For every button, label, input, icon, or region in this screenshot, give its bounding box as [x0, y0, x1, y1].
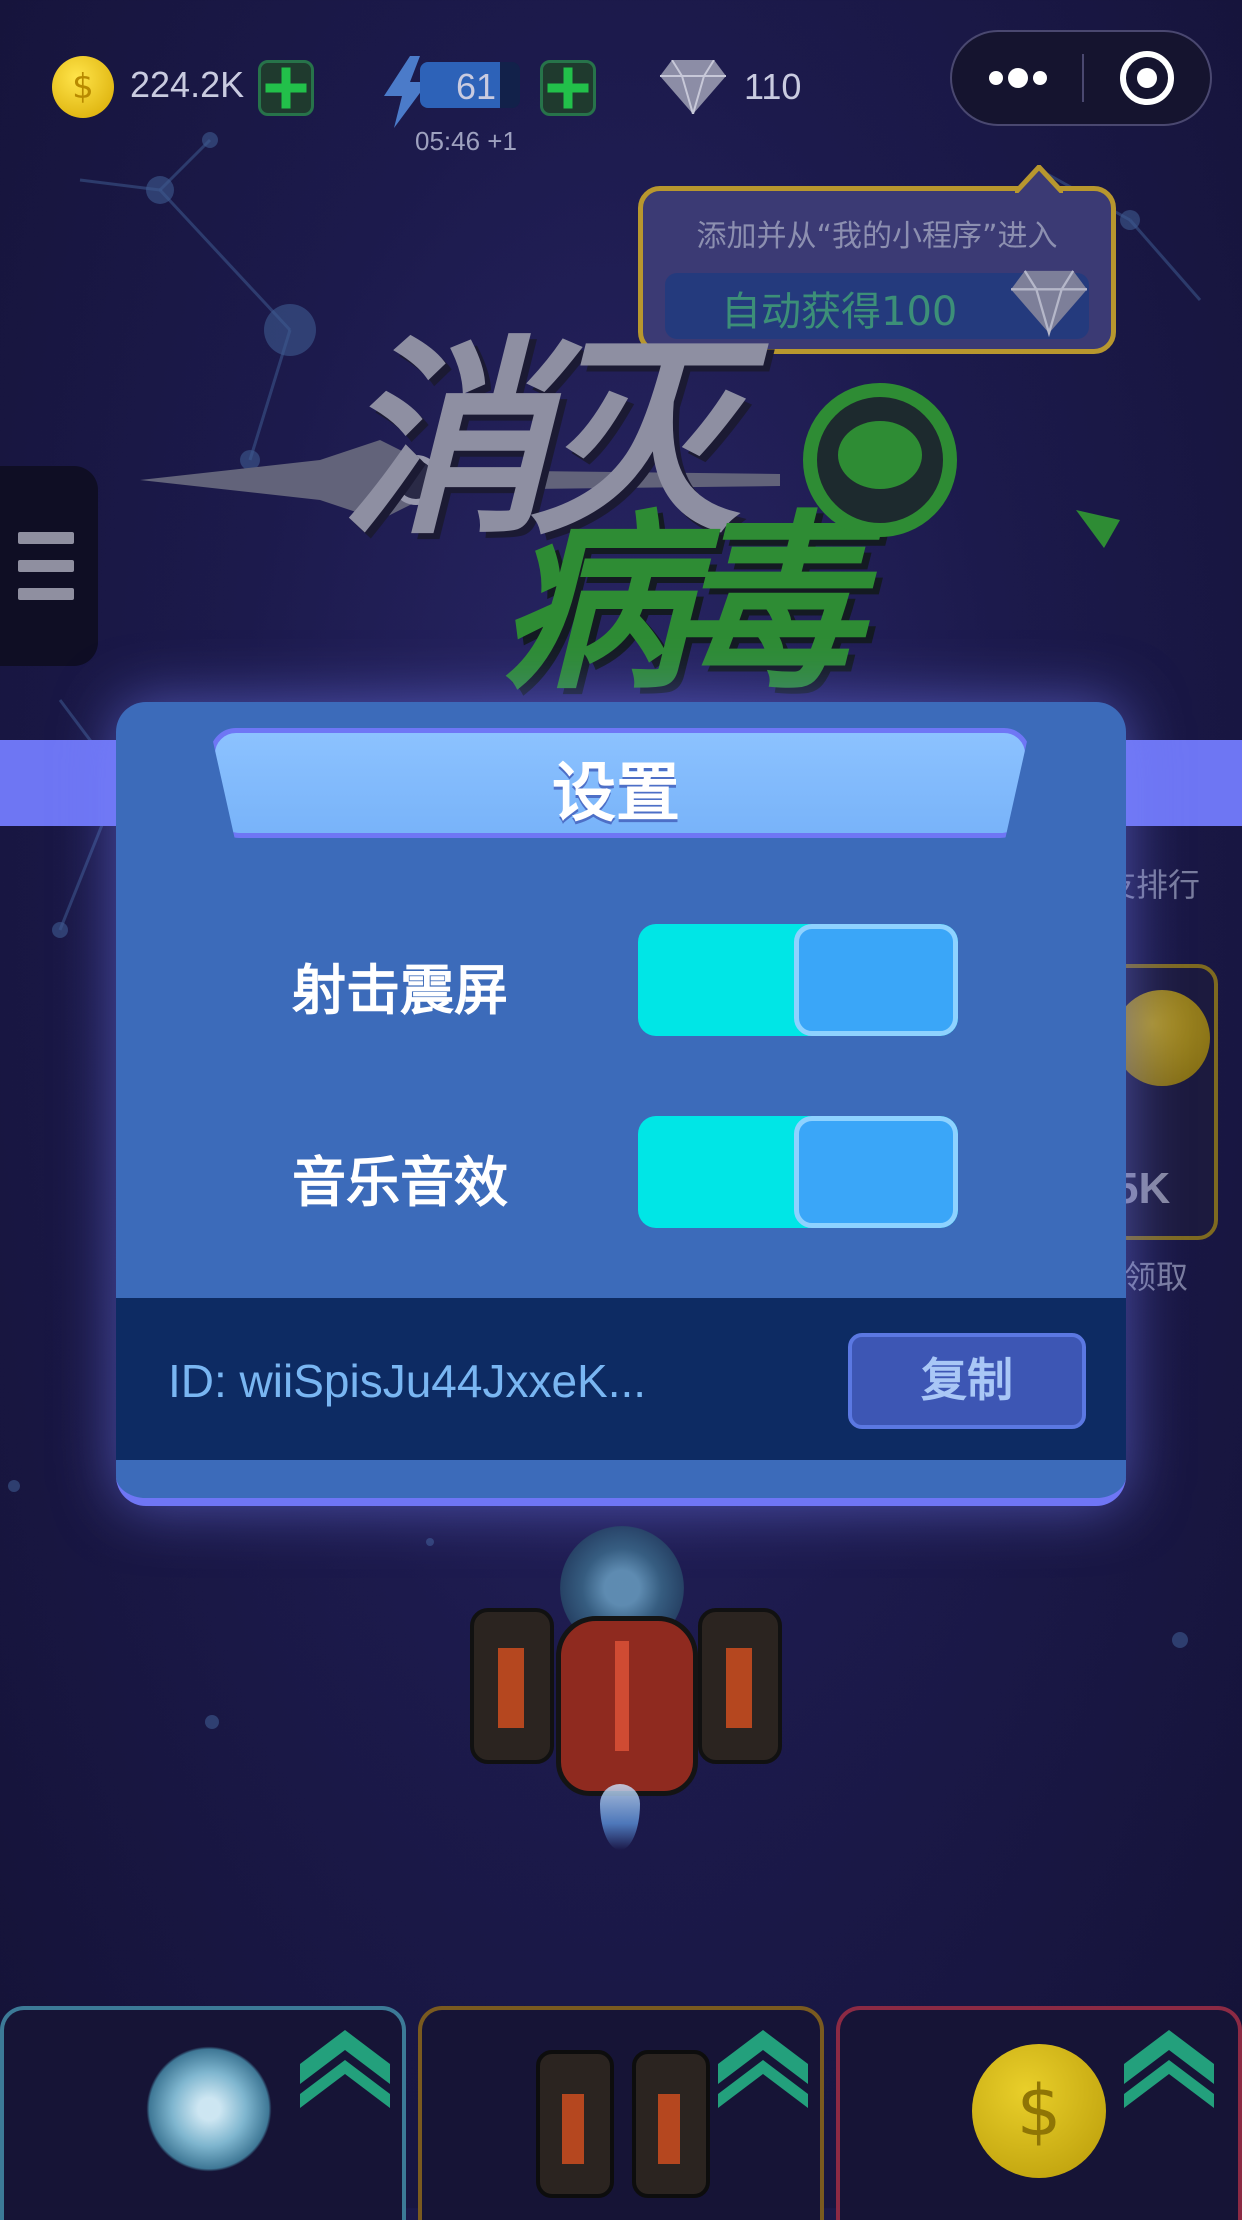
shield-orb-icon — [144, 2044, 274, 2174]
plus-icon — [265, 67, 307, 109]
menu-icon-line — [18, 588, 74, 600]
sound-effects-label: 音乐音效 — [292, 1151, 508, 1214]
user-id-text: ID: wiiSpisJu44JxxeK... — [168, 1355, 647, 1407]
sound-effects-toggle[interactable] — [638, 1116, 958, 1228]
add-energy-button[interactable] — [540, 60, 596, 116]
upgrade-chevron-icon — [300, 2030, 390, 2108]
upgrade-card-coins[interactable]: $ — [836, 2006, 1242, 2220]
upgrade-card-engines[interactable] — [418, 2006, 824, 2220]
energy-count: 61 — [456, 66, 497, 107]
player-ship — [460, 1520, 782, 1850]
claim-label[interactable]: 领取 — [1124, 1252, 1188, 1298]
virus-fragment-icon — [1076, 510, 1120, 548]
engine-icon — [536, 2050, 614, 2198]
miniprogram-capsule — [950, 30, 1212, 126]
coin-icon: $ — [52, 56, 114, 118]
settings-title: 设置 — [552, 757, 680, 831]
tooltip-text: 添加并从“我的小程序”进入 — [696, 219, 1058, 254]
plus-icon — [547, 67, 589, 109]
toggle-knob — [794, 1116, 958, 1228]
copy-id-button[interactable]: 复制 — [848, 1333, 1086, 1429]
ship-right-engine — [698, 1608, 782, 1764]
toggle-knob — [794, 924, 958, 1036]
engine-icon — [632, 2050, 710, 2198]
upgrade-chevron-icon — [718, 2030, 808, 2108]
diamond-icon — [660, 60, 726, 114]
upgrade-card-shield[interactable] — [0, 2006, 406, 2220]
tooltip-arrow — [1015, 165, 1063, 193]
upgrade-chevron-icon — [1124, 2030, 1214, 2108]
more-dots-icon — [989, 68, 1047, 88]
virus-icon — [803, 383, 957, 537]
gem-count: 110 — [744, 66, 802, 107]
screen-shake-label: 射击震屏 — [292, 959, 508, 1022]
ship-body — [556, 1616, 698, 1796]
more-options-button[interactable] — [952, 32, 1082, 124]
coin-count: 224.2K — [130, 64, 245, 105]
screen-shake-toggle[interactable] — [638, 924, 958, 1036]
thruster-flame — [600, 1784, 640, 1850]
target-close-icon — [1120, 51, 1174, 105]
close-miniprogram-button[interactable] — [1084, 32, 1210, 124]
coin-icon — [1114, 990, 1210, 1086]
game-title-logo: 消灭 病毒 — [140, 280, 1140, 715]
side-menu-button[interactable] — [0, 466, 98, 666]
coin-icon: $ — [972, 2044, 1106, 2178]
energy-timer: 05:46 +1 — [415, 126, 517, 156]
add-coins-button[interactable] — [258, 60, 314, 116]
menu-icon — [18, 532, 74, 544]
menu-icon-line — [18, 560, 74, 572]
ship-left-engine — [470, 1608, 554, 1764]
